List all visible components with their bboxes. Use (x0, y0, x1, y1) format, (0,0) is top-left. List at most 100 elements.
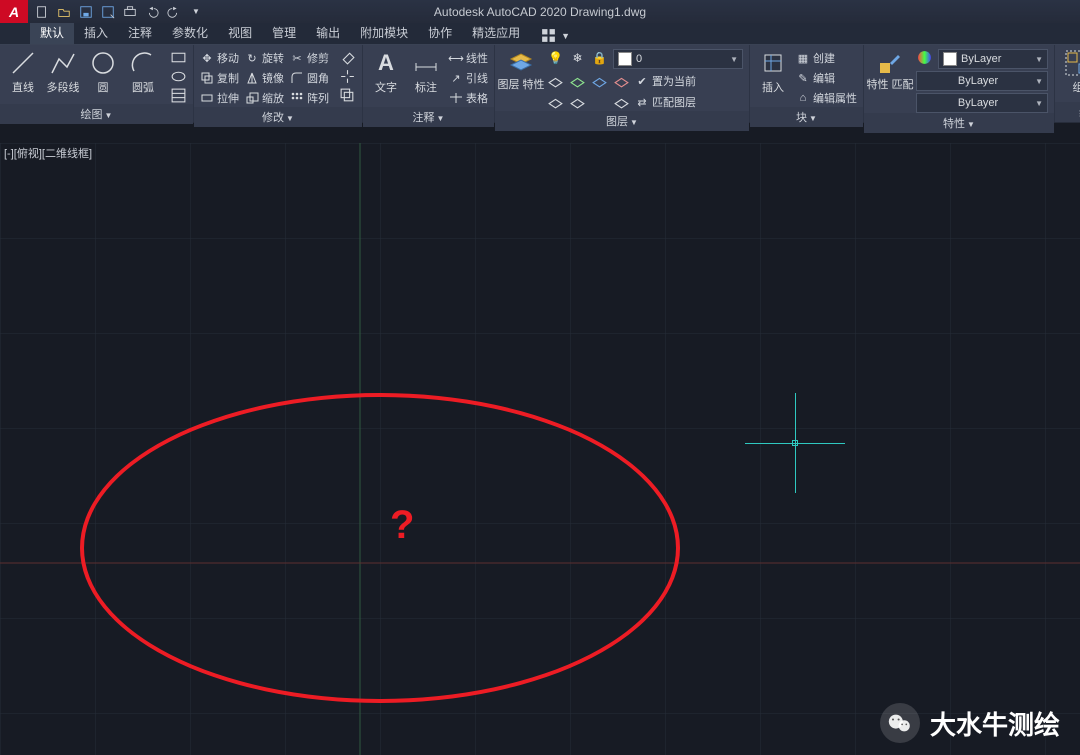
tool-rotate[interactable]: ↻旋转 (245, 49, 284, 67)
layer-bulb-icon[interactable]: 💡 (547, 49, 564, 66)
panel-block-title: 块 (796, 112, 807, 124)
tool-line[interactable]: 直线 (6, 49, 40, 95)
arc-icon (129, 49, 157, 77)
color-dropdown[interactable]: ByLayer▼ (938, 49, 1048, 69)
tab-annotate[interactable]: 注释 (118, 21, 162, 44)
tool-match-properties[interactable]: 特性 匹配 (870, 49, 910, 91)
tool-move[interactable]: ✥移动 (200, 49, 239, 67)
tool-fillet[interactable]: 圆角 (290, 69, 329, 87)
leader-icon: ↗ (449, 71, 463, 85)
quick-access-toolbar: ▼ (28, 4, 210, 20)
trim-icon: ✂ (290, 51, 304, 65)
tab-default[interactable]: 默认 (30, 21, 74, 44)
tab-manage[interactable]: 管理 (262, 21, 306, 44)
match-properties-icon (876, 49, 904, 77)
tool-mirror[interactable]: 镜像 (245, 69, 284, 87)
mirror-icon (245, 71, 259, 85)
layer-misc5-icon[interactable] (547, 93, 564, 110)
open-icon[interactable] (56, 4, 72, 20)
lineweight-dropdown[interactable]: ByLayer▼ (916, 71, 1048, 91)
tool-block-attr[interactable]: ⌂编辑属性 (796, 89, 857, 107)
tab-featured[interactable]: 精选应用 (462, 21, 530, 44)
tool-array[interactable]: 阵列 (290, 89, 329, 107)
redo-icon[interactable] (166, 4, 182, 20)
tool-stretch[interactable]: 拉伸 (200, 89, 239, 107)
tool-insert-block[interactable]: 插入 (756, 49, 790, 95)
explode-icon[interactable] (339, 68, 356, 85)
qat-dropdown-icon[interactable]: ▼ (188, 4, 204, 20)
scale-icon (245, 91, 259, 105)
apps-icon[interactable] (540, 27, 557, 44)
tool-layer-properties[interactable]: 图层 特性 (501, 49, 541, 91)
tool-leader[interactable]: ↗引线 (449, 69, 488, 87)
copy-icon (200, 71, 214, 85)
panel-group: 组 组▼ (1055, 45, 1080, 122)
tool-circle[interactable]: 圆 (86, 49, 120, 95)
linetype-dropdown[interactable]: ByLayer▼ (916, 93, 1048, 113)
saveas-icon[interactable] (100, 4, 116, 20)
tool-linear[interactable]: ⟷线性 (449, 49, 488, 67)
tool-group[interactable]: 组 (1061, 49, 1080, 95)
undo-icon[interactable] (144, 4, 160, 20)
layer-misc4-icon[interactable] (613, 72, 630, 89)
panel-modify: ✥移动 复制 拉伸 ↻旋转 镜像 缩放 ✂修剪 圆角 阵列 修改▼ (194, 45, 363, 122)
tool-scale[interactable]: 缩放 (245, 89, 284, 107)
rectangle-icon[interactable] (170, 49, 187, 66)
circle-icon (89, 49, 117, 77)
ribbon: 直线 多段线 圆 圆弧 绘图▼ ✥移动 (0, 45, 1080, 123)
app-title: Autodesk AutoCAD 2020 Drawing1.dwg (434, 5, 646, 19)
offset-icon[interactable] (339, 87, 356, 104)
tool-copy[interactable]: 复制 (200, 69, 239, 87)
layer-misc2-icon[interactable] (569, 72, 586, 89)
text-icon: A (372, 49, 400, 77)
panel-annotate-title: 注释 (413, 112, 435, 124)
tool-arc[interactable]: 圆弧 (126, 49, 160, 95)
group-icon (1064, 49, 1080, 77)
tool-dimension[interactable]: 标注 (409, 49, 443, 95)
tab-output[interactable]: 输出 (306, 21, 350, 44)
layer-lock-icon[interactable]: 🔒 (591, 49, 608, 66)
annotation-question-mark: ? (390, 503, 414, 548)
hatch-icon[interactable] (170, 87, 187, 104)
tab-parametric[interactable]: 参数化 (162, 21, 218, 44)
polyline-icon (49, 49, 77, 77)
tab-addons[interactable]: 附加模块 (350, 21, 418, 44)
tool-polyline[interactable]: 多段线 (46, 49, 80, 95)
erase-icon[interactable] (339, 49, 356, 66)
panel-draw-title: 绘图 (81, 109, 103, 121)
tool-match-layer[interactable]: ⇄匹配图层 (635, 93, 696, 111)
tool-block-create[interactable]: ▦创建 (796, 49, 857, 67)
layer-misc1-icon[interactable] (547, 72, 564, 89)
color-picker-icon[interactable] (916, 49, 933, 66)
tool-set-current[interactable]: ✔置为当前 (635, 72, 696, 90)
panel-annotate: A 文字 标注 ⟷线性 ↗引线 表格 注释▼ (363, 45, 495, 122)
plot-icon[interactable] (122, 4, 138, 20)
tool-block-edit[interactable]: ✎编辑 (796, 69, 857, 87)
layer-dropdown[interactable]: 0 ▼ (613, 49, 743, 69)
drawing-canvas[interactable]: [-][俯视][二维线框] ? 大水牛测绘 (0, 143, 1080, 755)
layer-misc7-icon[interactable] (591, 93, 608, 110)
layer-properties-icon (507, 49, 535, 77)
tool-text[interactable]: A 文字 (369, 49, 403, 95)
tool-trim[interactable]: ✂修剪 (290, 49, 329, 67)
layer-misc8-icon[interactable] (613, 93, 630, 110)
app-logo[interactable]: A (0, 0, 28, 23)
new-icon[interactable] (34, 4, 50, 20)
tool-table[interactable]: 表格 (449, 89, 488, 107)
matchlayer-icon: ⇄ (635, 95, 649, 109)
viewport-label[interactable]: [-][俯视][二维线框] (4, 145, 92, 161)
tab-insert[interactable]: 插入 (74, 21, 118, 44)
tab-view[interactable]: 视图 (218, 21, 262, 44)
save-icon[interactable] (78, 4, 94, 20)
insert-block-icon (759, 49, 787, 77)
fillet-icon (290, 71, 304, 85)
setcurrent-icon: ✔ (635, 74, 649, 88)
layer-misc3-icon[interactable] (591, 72, 608, 89)
line-icon (9, 49, 37, 77)
ellipse-icon[interactable] (170, 68, 187, 85)
tab-collab[interactable]: 协作 (418, 21, 462, 44)
panel-modify-title: 修改 (262, 112, 284, 124)
stretch-icon (200, 91, 214, 105)
layer-freeze-icon[interactable]: ❄ (569, 49, 586, 66)
layer-misc6-icon[interactable] (569, 93, 586, 110)
